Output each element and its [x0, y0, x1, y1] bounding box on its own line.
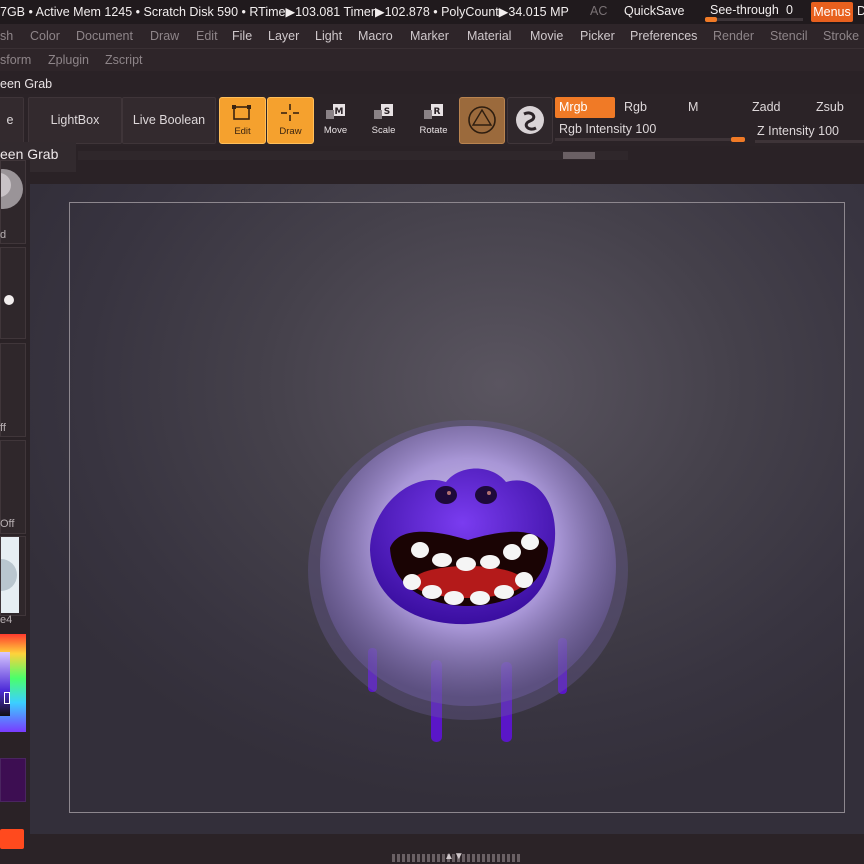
- texture-button[interactable]: [507, 97, 553, 144]
- menu-item-movie[interactable]: Movie: [530, 29, 563, 43]
- menu-item-transform[interactable]: sform: [0, 53, 31, 67]
- menu-item-document[interactable]: Document: [76, 29, 133, 43]
- m-button[interactable]: M: [684, 97, 744, 118]
- draw-mode-label: Draw: [279, 126, 302, 137]
- z-intensity-slider[interactable]: [755, 140, 864, 143]
- menu-item-stroke[interactable]: Stroke: [823, 29, 859, 43]
- rotate-mode-button[interactable]: R Rotate: [411, 97, 456, 142]
- menu-item-layer[interactable]: Layer: [268, 29, 299, 43]
- menu-item-draw[interactable]: Draw: [150, 29, 179, 43]
- svg-text:R: R: [434, 107, 441, 117]
- menu-item-macro[interactable]: Macro: [358, 29, 393, 43]
- menu-item-stencil[interactable]: Stencil: [770, 29, 808, 43]
- menu-item-edit[interactable]: Edit: [196, 29, 218, 43]
- material-button[interactable]: [459, 97, 505, 144]
- sphere-brush-icon: [516, 106, 544, 134]
- horizontal-scroll-strip[interactable]: [78, 151, 628, 160]
- edit-icon: [232, 105, 251, 120]
- material-tile-label: e4: [0, 614, 13, 626]
- quicksave-button[interactable]: QuickSave: [624, 4, 684, 18]
- rgb-intensity-slider[interactable]: [555, 138, 745, 141]
- scroll-thumb[interactable]: [563, 152, 595, 159]
- menu-item-light[interactable]: Light: [315, 29, 342, 43]
- partial-toolbar-button[interactable]: e: [0, 97, 24, 144]
- see-through-label: See-through: [710, 3, 779, 17]
- rotate-icon: R: [424, 104, 443, 119]
- menu-item-preferences[interactable]: Preferences: [630, 29, 697, 43]
- color-picker[interactable]: [0, 634, 26, 732]
- stroke-tile[interactable]: [0, 247, 26, 339]
- menu-item-render[interactable]: Render: [713, 29, 754, 43]
- move-mode-label: Move: [323, 125, 348, 136]
- active-tool-label: een Grab: [0, 77, 53, 91]
- menu-item-zplugin[interactable]: Zplugin: [48, 53, 89, 67]
- menu-item-material[interactable]: Material: [467, 29, 511, 43]
- see-through-slider-handle[interactable]: [705, 17, 717, 22]
- mrgb-button[interactable]: Mrgb: [555, 97, 615, 118]
- menu-item-picker[interactable]: Picker: [580, 29, 615, 43]
- main-color-swatch[interactable]: [0, 829, 24, 849]
- scale-mode-label: Scale: [371, 125, 396, 136]
- color-picker-square[interactable]: [0, 652, 10, 716]
- menu-item-mesh[interactable]: sh: [0, 29, 13, 43]
- edit-mode-button[interactable]: Edit: [219, 97, 266, 144]
- live-boolean-button[interactable]: Live Boolean: [122, 97, 216, 144]
- scale-icon: S: [374, 104, 393, 119]
- edit-mode-label: Edit: [234, 126, 251, 137]
- menu-item-file[interactable]: File: [232, 29, 252, 43]
- move-icon: M: [326, 104, 345, 119]
- scale-mode-button[interactable]: S Scale: [361, 97, 406, 142]
- eye-highlight: [447, 491, 451, 495]
- dot-icon: [4, 295, 14, 305]
- see-through-value: 0: [786, 3, 793, 17]
- rotate-mode-label: Rotate: [419, 125, 448, 136]
- expand-arrows-icon[interactable]: ▲▼: [444, 851, 464, 862]
- monster-eye: [435, 486, 457, 504]
- color-picker-cursor[interactable]: [4, 692, 10, 704]
- brush-tile-label: d: [0, 229, 7, 241]
- zadd-button[interactable]: Zadd: [748, 97, 808, 118]
- draw-icon: [281, 104, 299, 121]
- rgb-intensity-label: Rgb Intensity 100: [559, 122, 657, 136]
- lightbox-button[interactable]: LightBox: [28, 97, 122, 144]
- menus-button[interactable]: Menus: [811, 2, 853, 22]
- material-sphere-icon: [468, 106, 496, 134]
- svg-text:S: S: [384, 107, 390, 117]
- see-through-slider[interactable]: [705, 18, 803, 21]
- rgb-button[interactable]: Rgb: [620, 97, 680, 118]
- zsub-button[interactable]: Zsub: [812, 97, 864, 118]
- status-readout: 7GB • Active Mem 1245 • Scratch Disk 590…: [0, 5, 569, 19]
- menu-item-marker[interactable]: Marker: [410, 29, 449, 43]
- material-tile[interactable]: [0, 536, 26, 616]
- rgb-intensity-slider-handle[interactable]: [731, 137, 745, 142]
- material-preview-icon: [0, 537, 19, 613]
- secondary-color-swatch[interactable]: [0, 758, 26, 802]
- move-mode-button[interactable]: M Move: [313, 97, 358, 142]
- draw-mode-button[interactable]: Draw: [267, 97, 314, 144]
- svg-text:M: M: [335, 107, 344, 117]
- texture-tile-label: Off: [0, 518, 15, 530]
- z-intensity-label: Z Intensity 100: [757, 124, 839, 138]
- alpha-tile-label: ff: [0, 422, 6, 434]
- menu-item-color[interactable]: Color: [30, 29, 60, 43]
- monster-model[interactable]: [300, 390, 640, 750]
- eye-highlight: [487, 491, 491, 495]
- menu-item-zscript[interactable]: Zscript: [105, 53, 143, 67]
- monster-eye: [475, 486, 497, 504]
- trailing-label[interactable]: D: [857, 4, 864, 18]
- ac-indicator[interactable]: AC: [590, 4, 607, 18]
